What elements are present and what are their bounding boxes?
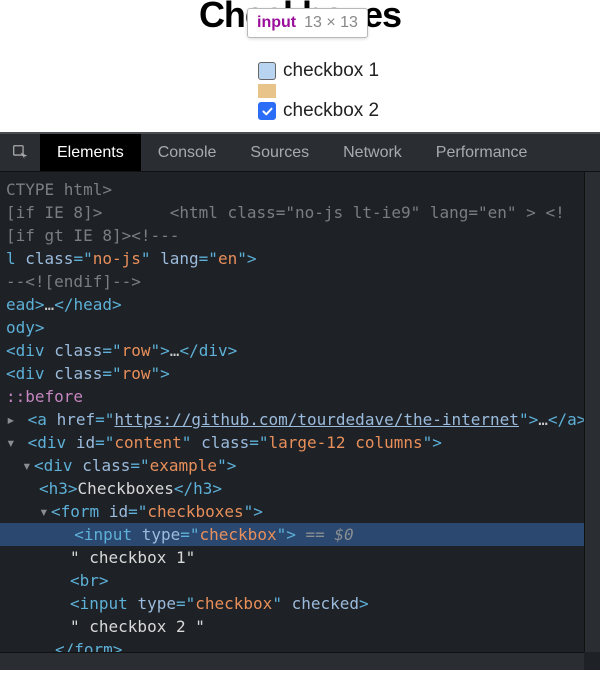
checkbox-1-row: checkbox 1	[258, 58, 600, 84]
checkbox-2-row: checkbox 2	[258, 98, 600, 124]
devtools-panel: Elements Console Sources Network Perform…	[0, 132, 600, 670]
dom-selected-line[interactable]: <input type="checkbox"> == $0	[0, 523, 600, 546]
dom-line[interactable]: <input type="checkbox" checked>	[0, 592, 600, 615]
dom-line[interactable]: ▾ <div id="content" class="large-12 colu…	[0, 431, 600, 454]
collapse-arrow-icon: ▾	[6, 431, 18, 454]
devtools-tabbar: Elements Console Sources Network Perform…	[0, 134, 600, 172]
inspect-element-icon[interactable]	[0, 134, 40, 171]
collapse-arrow-icon: ▾	[39, 500, 51, 523]
dom-line[interactable]: l class="no-js" lang="en">	[0, 247, 600, 270]
dom-line[interactable]: " checkbox 1"	[0, 546, 600, 569]
tab-elements[interactable]: Elements	[40, 134, 141, 171]
dom-line[interactable]: ead>…</head>	[0, 293, 600, 316]
checkbox-2[interactable]	[258, 102, 276, 120]
dom-line[interactable]: " checkbox 2 "	[0, 615, 600, 638]
dom-line[interactable]: <div class="row">…</div>	[0, 339, 600, 362]
dom-line[interactable]: ::before	[0, 385, 600, 408]
checkbox-1[interactable]	[258, 62, 276, 80]
dom-line[interactable]: ▸ <a href="https://github.com/tourdedave…	[0, 408, 600, 431]
dom-line[interactable]: ody>	[0, 316, 600, 339]
vertical-scrollbar[interactable]	[584, 172, 600, 652]
checkbox-2-label: checkbox 2	[283, 100, 379, 122]
checkbox-1-label: checkbox 1	[283, 60, 379, 82]
tab-network[interactable]: Network	[326, 134, 419, 171]
element-inspector-tooltip: input 13 × 13	[247, 8, 368, 38]
rendered-page-area: Checkboxes input 13 × 13 checkbox 1 chec…	[0, 0, 600, 132]
expand-arrow-icon: ▸	[6, 408, 18, 431]
tab-performance[interactable]: Performance	[419, 134, 545, 171]
tooltip-tagname: input	[257, 14, 296, 32]
collapse-arrow-icon: ▾	[22, 454, 34, 477]
tab-console[interactable]: Console	[141, 134, 234, 171]
tooltip-dimensions: 13 × 13	[304, 14, 358, 32]
dom-tree-view[interactable]: CTYPE html> [if IE 8]> <html class="no-j…	[0, 172, 600, 668]
dom-line[interactable]: [if gt IE 8]><!---	[0, 224, 600, 247]
dom-line[interactable]: [if IE 8]> <html class="no-js lt-ie9" la…	[0, 201, 600, 224]
dom-line[interactable]: ▾<div class="example">	[0, 454, 600, 477]
dom-line[interactable]: <br>	[0, 569, 600, 592]
dom-line[interactable]: <h3>Checkboxes</h3>	[0, 477, 600, 500]
dom-line[interactable]: <div class="row">	[0, 362, 600, 385]
dom-line[interactable]: ▾<form id="checkboxes">	[0, 500, 600, 523]
check-icon	[261, 105, 274, 118]
spacing-highlight	[258, 84, 276, 98]
tab-sources[interactable]: Sources	[233, 134, 326, 171]
horizontal-scrollbar[interactable]	[0, 652, 584, 670]
dom-line[interactable]: --<![endif]-->	[0, 270, 600, 293]
dom-line[interactable]: CTYPE html>	[0, 178, 600, 201]
